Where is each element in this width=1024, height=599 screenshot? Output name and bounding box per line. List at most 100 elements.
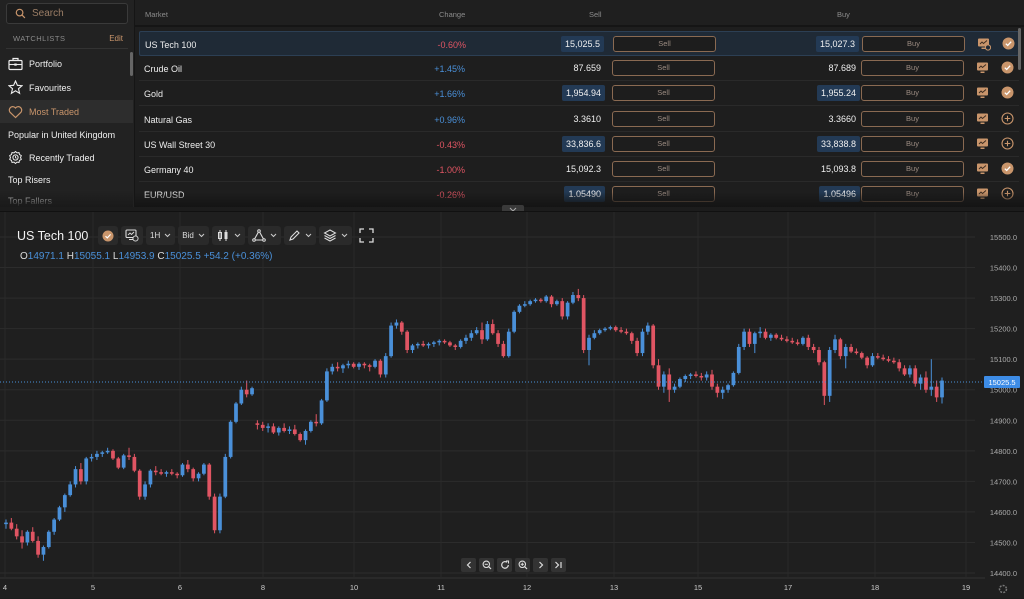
layers-dropdown[interactable] <box>318 226 352 245</box>
open-chart-button[interactable] <box>976 112 990 126</box>
buy-button[interactable]: Buy <box>861 85 964 102</box>
go-to-latest-button[interactable] <box>551 558 566 572</box>
column-header-change[interactable]: Change <box>439 10 465 19</box>
market-name[interactable]: Gold <box>144 89 163 99</box>
high-value: 15055.1 <box>73 251 111 262</box>
sell-button[interactable]: Sell <box>612 161 715 177</box>
sidebar-item-favourites[interactable]: Favourites <box>0 76 133 99</box>
chevron-down-icon <box>270 233 277 238</box>
candle-body <box>699 375 704 378</box>
sidebar-item-top-risers[interactable]: Top Risers <box>0 168 133 191</box>
market-name[interactable]: Germany 40 <box>144 165 194 175</box>
buy-button[interactable]: Buy <box>861 161 964 177</box>
layers-icon <box>323 229 337 242</box>
remove-from-watchlist-button[interactable] <box>1002 37 1016 51</box>
table-row[interactable]: US Tech 100 -0.60% 15,025.5 Sell 15,027.3 Buy <box>139 31 1019 56</box>
zoom-in-icon <box>518 560 527 570</box>
sell-button[interactable]: Sell <box>612 110 715 127</box>
market-name[interactable]: US Wall Street 30 <box>144 140 215 150</box>
remove-from-watchlist-button[interactable] <box>1001 162 1015 176</box>
sell-button[interactable]: Sell <box>612 85 715 102</box>
sidebar-item-popular-uk[interactable]: Popular in United Kingdom <box>0 123 133 146</box>
check-circle-icon <box>1002 37 1015 50</box>
reset-button[interactable] <box>497 558 512 572</box>
column-header-buy[interactable]: Buy <box>837 10 850 19</box>
x-tick-label: 13 <box>610 583 618 592</box>
table-scrollbar[interactable] <box>1018 28 1021 70</box>
sell-button[interactable]: Sell <box>613 36 716 52</box>
search-box[interactable] <box>6 3 128 24</box>
search-input[interactable] <box>32 8 122 19</box>
candle-body <box>801 337 805 344</box>
chart-monitor-icon <box>977 62 988 74</box>
buy-button[interactable]: Buy <box>862 36 965 52</box>
sidebar-item-portfolio[interactable]: Portfolio <box>0 52 133 75</box>
add-to-watchlist-button[interactable] <box>1001 112 1015 126</box>
candle-body <box>565 302 570 317</box>
buy-price: 1,955.24 <box>816 85 860 102</box>
zoom-in-button[interactable] <box>515 558 530 572</box>
open-chart-button[interactable] <box>976 61 990 75</box>
candle-body <box>603 328 607 331</box>
candle-body <box>768 334 773 338</box>
close-label: C <box>157 251 165 262</box>
market-name[interactable]: Crude Oil <box>144 64 182 74</box>
column-header-sell[interactable]: Sell <box>589 10 602 19</box>
timeframe-dropdown[interactable]: 1H <box>146 226 176 245</box>
table-row[interactable]: Natural Gas +0.96% 3.3610 Sell 3.3660 Buy <box>139 107 1019 132</box>
chart-settings-button[interactable] <box>121 226 143 245</box>
y-tick-label: 14800.0 <box>990 447 1017 456</box>
buy-button[interactable]: Buy <box>861 135 964 152</box>
candle-body <box>859 353 864 358</box>
fullscreen-button[interactable] <box>355 226 378 245</box>
table-row[interactable]: Crude Oil +1.45% 87.659 Sell 87.689 Buy <box>139 56 1019 82</box>
price-side-dropdown[interactable]: Bid <box>178 226 209 245</box>
buy-button[interactable]: Buy <box>861 110 964 127</box>
candle-body <box>908 368 912 375</box>
candle-body <box>383 356 388 375</box>
candle-body <box>394 322 399 326</box>
open-chart-button[interactable] <box>976 137 990 151</box>
fade-overlay <box>135 192 1024 207</box>
table-row[interactable]: Gold +1.66% 1,954.94 Sell 1,955.24 Buy <box>139 81 1019 107</box>
settings-gear-icon[interactable] <box>998 584 1008 594</box>
sell-button[interactable]: Sell <box>612 60 715 77</box>
remove-from-watchlist-button[interactable] <box>1001 61 1015 75</box>
remove-from-watchlist-button[interactable] <box>1001 86 1015 100</box>
edit-watchlists-button[interactable]: Edit <box>109 34 123 43</box>
open-chart-button[interactable] <box>977 37 992 51</box>
candle-body <box>678 379 682 387</box>
drawing-tools-dropdown[interactable] <box>283 226 316 245</box>
buy-button[interactable]: Buy <box>861 60 964 77</box>
zoom-out-button[interactable] <box>479 558 494 572</box>
candle-body <box>442 340 447 343</box>
chart-toolbar: 1H Bid <box>98 226 378 245</box>
chart-panel[interactable]: 15500.0 15400.0 15300.0 15200.0 15100.0 15000… <box>0 211 1024 598</box>
sidebar-item-label: Popular in United Kingdom <box>8 129 116 140</box>
chart-open-icon <box>978 38 992 51</box>
watchlist-toggle-button[interactable] <box>98 226 118 245</box>
add-to-watchlist-button[interactable] <box>1001 137 1015 151</box>
table-row[interactable]: US Wall Street 30 -0.43% 33,836.6 Sell 33,83… <box>139 132 1019 157</box>
open-chart-button[interactable] <box>976 162 990 176</box>
market-name[interactable]: US Tech 100 <box>145 40 196 50</box>
low-value: 14953.9 <box>118 251 155 262</box>
column-header-market[interactable]: Market <box>145 10 168 19</box>
scroll-right-button[interactable] <box>533 558 548 572</box>
table-row[interactable]: Germany 40 -1.00% 15,092.3 Sell 15,093.8 Buy <box>139 157 1019 182</box>
sidebar-item-recently-traded[interactable]: Recently Traded <box>0 146 133 169</box>
open-chart-button[interactable] <box>976 86 990 100</box>
chart-type-dropdown[interactable] <box>211 226 245 245</box>
scroll-left-button[interactable] <box>461 558 476 572</box>
candle-body <box>736 346 741 373</box>
candle-body <box>891 360 896 363</box>
sell-button[interactable]: Sell <box>612 135 715 152</box>
sell-price: 15,025.5 <box>560 36 604 52</box>
candlestick-chart[interactable]: 15500.015400.015300.015200.015100.015000… <box>0 212 1024 599</box>
candle-body <box>597 330 602 334</box>
market-name[interactable]: Natural Gas <box>144 115 192 125</box>
indicators-dropdown[interactable] <box>247 226 281 245</box>
sidebar-item-most-traded[interactable]: Most Traded <box>0 100 133 123</box>
candle-body <box>169 472 174 474</box>
candle-body <box>576 295 581 299</box>
